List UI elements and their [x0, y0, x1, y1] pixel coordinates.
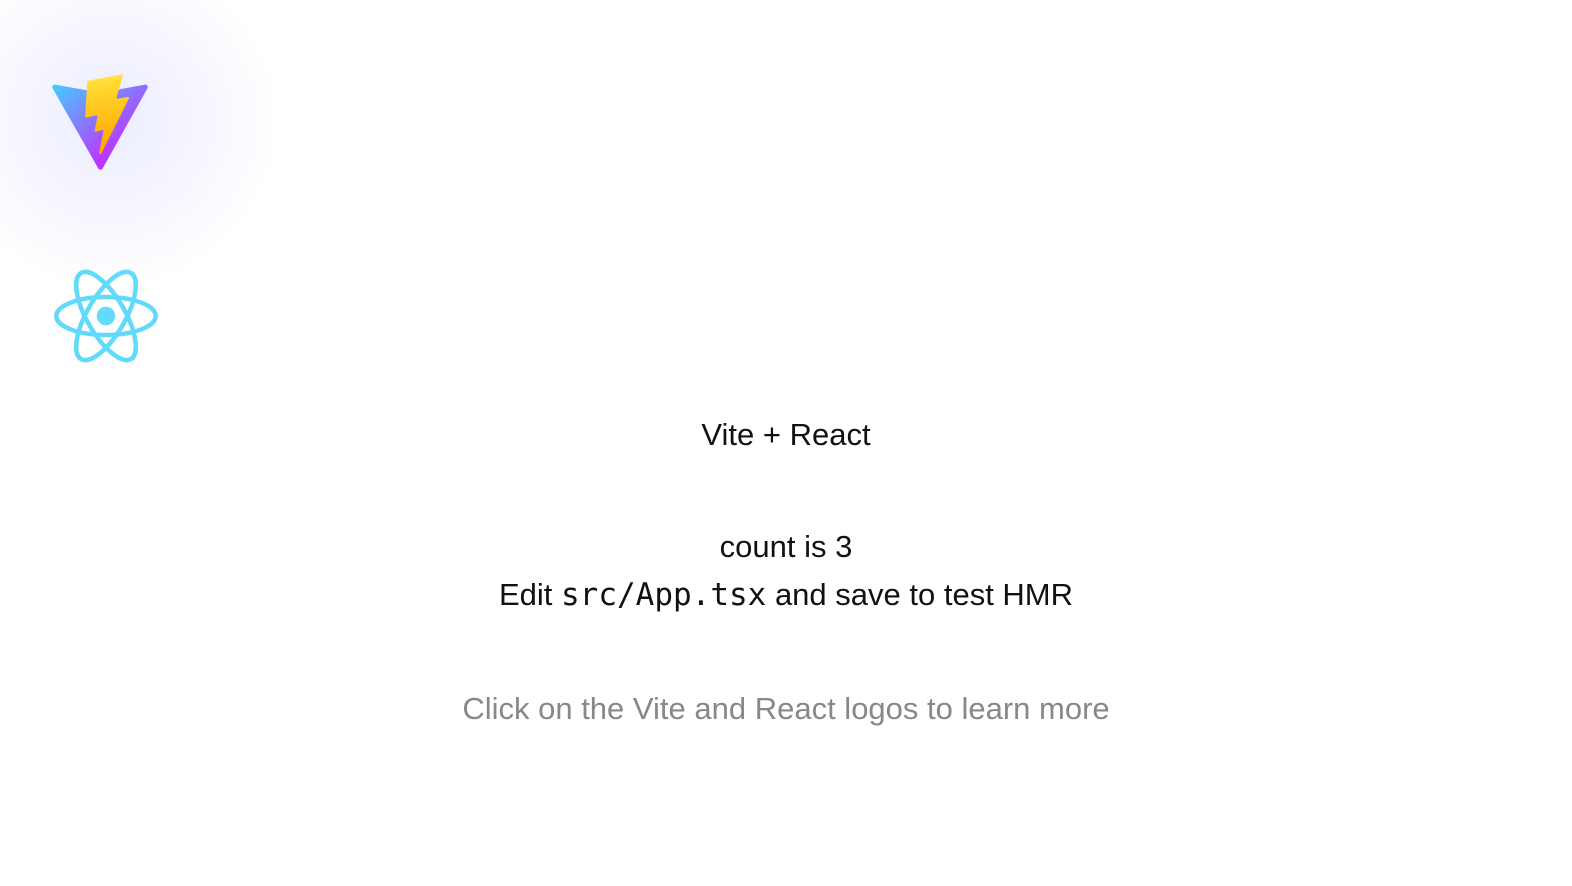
react-logo-icon	[54, 269, 158, 363]
read-the-docs-text: Click on the Vite and React logos to lea…	[462, 691, 1110, 726]
hmr-prefix: Edit	[498, 577, 562, 612]
page-title: Vite + React	[701, 417, 871, 452]
hmr-instructions: Edit src/App.tsx and save to test HMR	[0, 574, 1572, 616]
hmr-suffix: and save to test HMR	[766, 577, 1074, 612]
vite-logo-icon	[52, 74, 148, 170]
hmr-code-path: src/App.tsx	[561, 577, 767, 613]
react-logo-link[interactable]	[54, 260, 158, 372]
app-root: Vite + React count is 3 Edit src/App.tsx…	[0, 0, 1572, 886]
vite-logo-link[interactable]	[50, 72, 150, 174]
count-button[interactable]: count is 3	[0, 526, 1572, 568]
